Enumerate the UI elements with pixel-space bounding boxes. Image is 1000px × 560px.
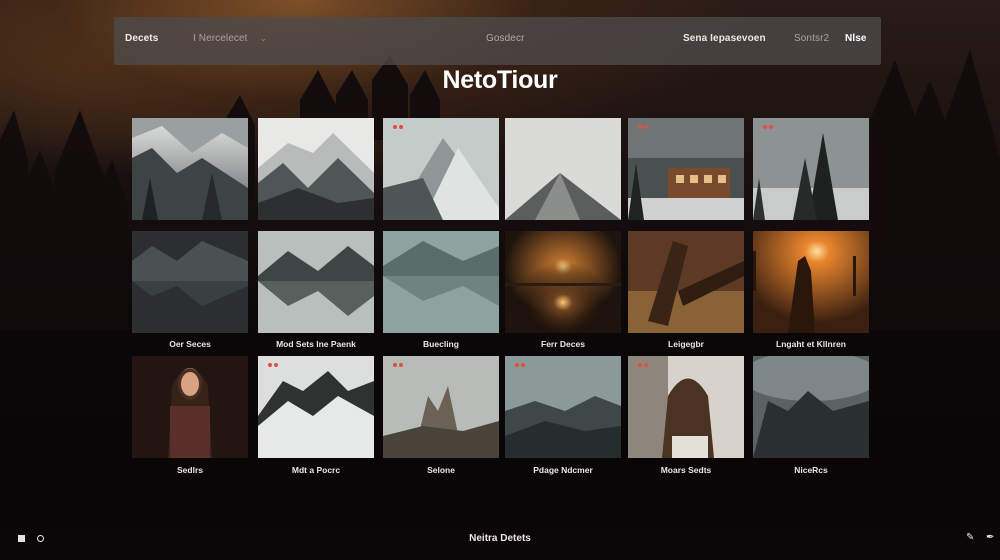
caption-mdt-a-pocrc: Mdt a Pocrc	[291, 465, 341, 475]
top-navigation-bar: Decets I Nercelecet ⌄ Gosdecr Sena Iepas…	[114, 17, 881, 65]
gallery-tile-woman-portrait[interactable]	[132, 356, 248, 458]
pen-icon[interactable]: ✒	[986, 533, 994, 543]
gallery-tile-teal-lake-reflection[interactable]	[383, 231, 499, 333]
gallery-tile-snowy-forest-mountain[interactable]	[132, 118, 248, 220]
gallery-tile-single-peak[interactable]	[505, 118, 621, 220]
pencil-icon[interactable]: ✎	[966, 533, 974, 543]
caption-selone: Selone	[427, 465, 455, 475]
caption-moars-sedts: Moars Sedts	[660, 465, 712, 475]
gallery-tile-dark-lake-reflection[interactable]	[132, 231, 248, 333]
valley-clouds-icon	[505, 356, 621, 458]
filter-dropdown-value: I Nercelecet	[193, 33, 248, 44]
caption-mod-sets-ine-paenk: Mod Sets Ine Paenk	[276, 339, 356, 349]
page-title: NetoTiour	[442, 66, 558, 94]
status-badge	[638, 363, 642, 367]
gallery-tile-lodge-in-snow[interactable]	[628, 118, 744, 220]
status-badge	[268, 363, 272, 367]
rock-spires-icon	[383, 356, 499, 458]
gallery-tile-hair-portrait[interactable]	[628, 356, 744, 458]
single-peak-icon	[505, 118, 621, 220]
gallery-tile-sunset-figure[interactable]	[753, 231, 869, 333]
caption-sedlrs: Sedlrs	[177, 465, 203, 475]
nav-item-sena-iepasevoen[interactable]: Sena Iepasevoen	[683, 33, 766, 44]
gallery-tile-valley-clouds[interactable]	[505, 356, 621, 458]
caption-ferr-deces: Ferr Deces	[541, 339, 585, 349]
gallery-tile-mountain-pass[interactable]	[383, 118, 499, 220]
dark-lake-reflection-icon	[132, 231, 248, 333]
mountain-pass-icon	[383, 118, 499, 220]
filter-dropdown[interactable]: I Nercelecet ⌄	[193, 33, 267, 44]
sunset-figure-icon	[753, 231, 869, 333]
nav-item-sontsr2[interactable]: Sontsr2	[794, 33, 829, 44]
snowy-peaks-icon	[258, 118, 374, 220]
gallery-tile-fallen-logs[interactable]	[628, 231, 744, 333]
snowy-ridge-icon	[258, 356, 374, 458]
teal-lake-reflection-icon	[383, 231, 499, 333]
woman-portrait-icon	[132, 356, 248, 458]
caption-pdage-ndcmer: Pdage Ndcmer	[533, 465, 593, 475]
nav-item-nlse[interactable]: Nlse	[845, 33, 867, 44]
status-badge	[393, 363, 397, 367]
nav-item-gosdecr[interactable]: Gosdecr	[486, 33, 525, 44]
status-badge	[638, 125, 642, 129]
caption-lngaht-et-kllnren: Lngaht et Kllnren	[776, 339, 846, 349]
pine-trees-snow-icon	[753, 118, 869, 220]
gallery-tile-snowy-peaks[interactable]	[258, 118, 374, 220]
caption-leigegbr: Leigegbr	[668, 339, 704, 349]
snowy-forest-mountain-icon	[132, 118, 248, 220]
gallery-tile-sun-reflection[interactable]	[505, 231, 621, 333]
status-badge	[515, 363, 519, 367]
gallery-tile-mountain-lake-reflection[interactable]	[258, 231, 374, 333]
stormy-mountains-icon	[753, 356, 869, 458]
gallery-tile-pine-trees-snow[interactable]	[753, 118, 869, 220]
hair-portrait-icon	[628, 356, 744, 458]
gallery-tile-stormy-mountains[interactable]	[753, 356, 869, 458]
gallery-tile-snowy-ridge[interactable]	[258, 356, 374, 458]
bottom-toolbar: Neitra Detets ✎ ✒	[0, 525, 1000, 560]
status-badge	[393, 125, 397, 129]
caption-oer-seces: Oer Seces	[169, 339, 211, 349]
mountain-lake-reflection-icon	[258, 231, 374, 333]
bottom-toolbar-label: Neitra Detets	[469, 533, 531, 544]
gallery-tile-rock-spires[interactable]	[383, 356, 499, 458]
caption-nicercs: NiceRcs	[794, 465, 828, 475]
caption-buecling: Buecling	[423, 339, 459, 349]
sun-reflection-icon	[505, 231, 621, 333]
status-badge	[763, 125, 767, 129]
lodge-in-snow-icon	[628, 118, 744, 220]
fallen-logs-icon	[628, 231, 744, 333]
chevron-down-icon: ⌄	[259, 33, 268, 43]
nav-item-decets[interactable]: Decets	[125, 33, 158, 44]
